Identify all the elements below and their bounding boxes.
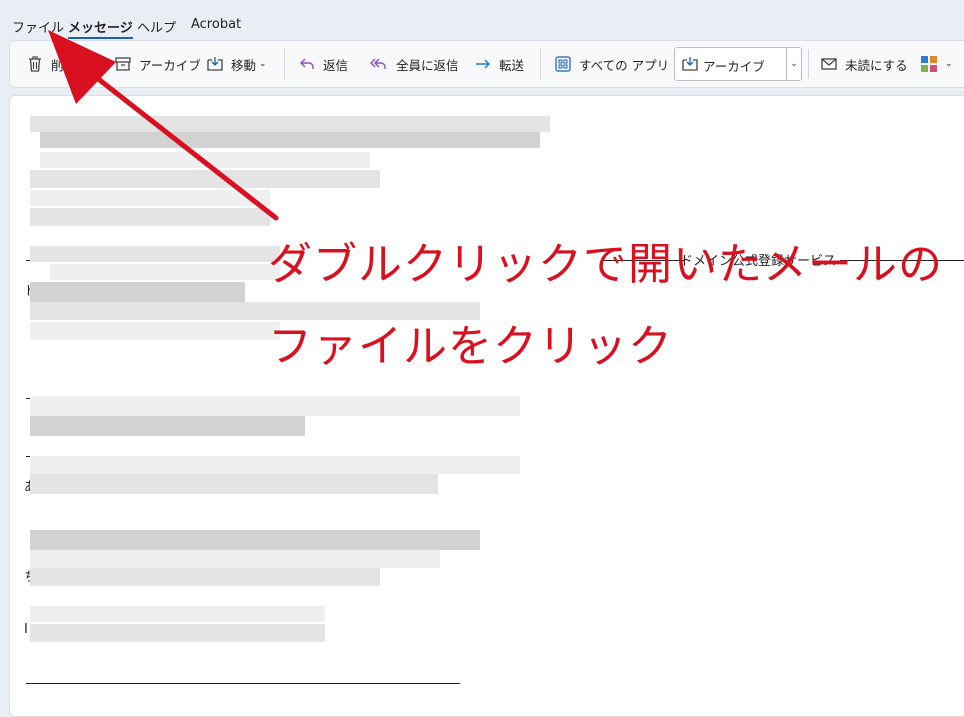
annotation-line-2: ファイルをクリック: [268, 321, 673, 372]
annotation-line-1: ダブルクリックで開いたメールの: [268, 239, 943, 290]
